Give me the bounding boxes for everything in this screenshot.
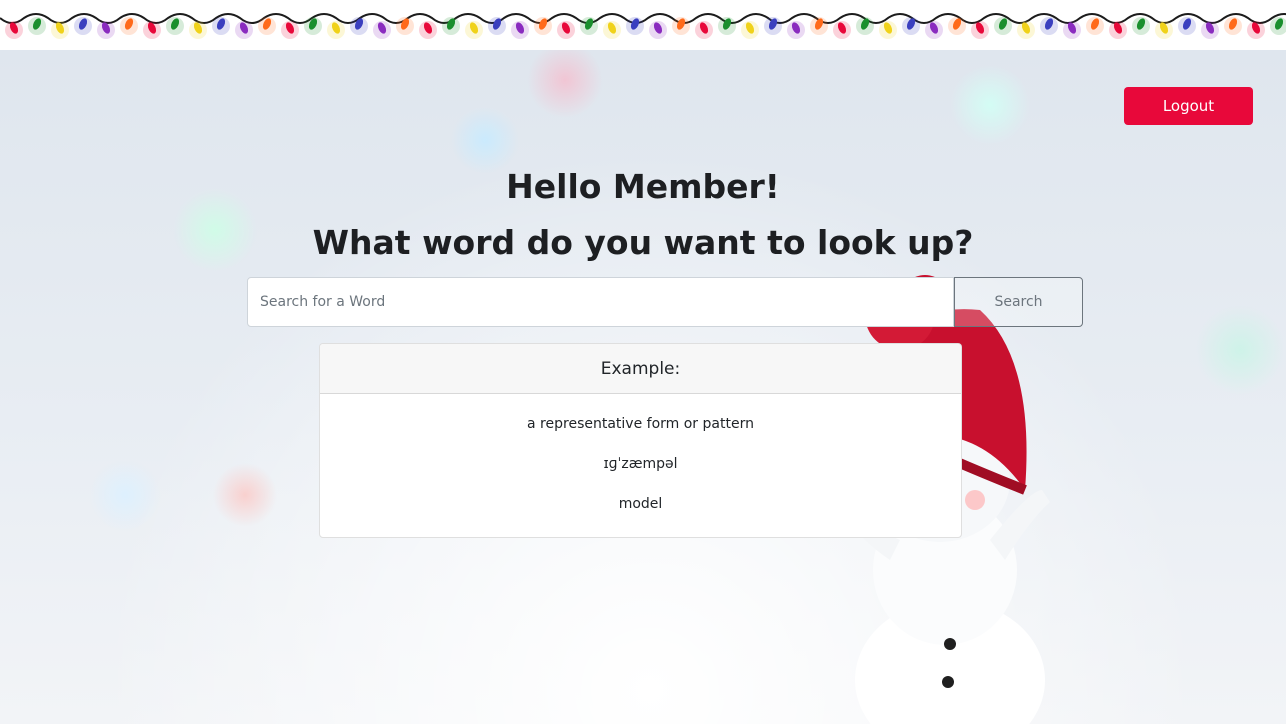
logout-button[interactable]: Logout — [1124, 87, 1253, 125]
string-lights-banner — [0, 0, 1286, 50]
example-definition: a representative form or pattern — [527, 416, 754, 432]
greeting-heading: Hello Member! — [506, 167, 780, 206]
example-card: Example: a representative form or patter… — [319, 343, 962, 538]
search-input[interactable] — [247, 277, 954, 327]
example-card-body: a representative form or pattern ɪɡˈzæmp… — [320, 394, 961, 534]
search-button[interactable]: Search — [954, 277, 1083, 327]
prompt-heading: What word do you want to look up? — [312, 223, 974, 262]
example-synonym: model — [618, 496, 663, 512]
example-pronunciation: ɪɡˈzæmpəl — [603, 456, 678, 472]
string-lights-icon — [0, 13, 1286, 39]
example-card-title: Example: — [320, 344, 961, 394]
